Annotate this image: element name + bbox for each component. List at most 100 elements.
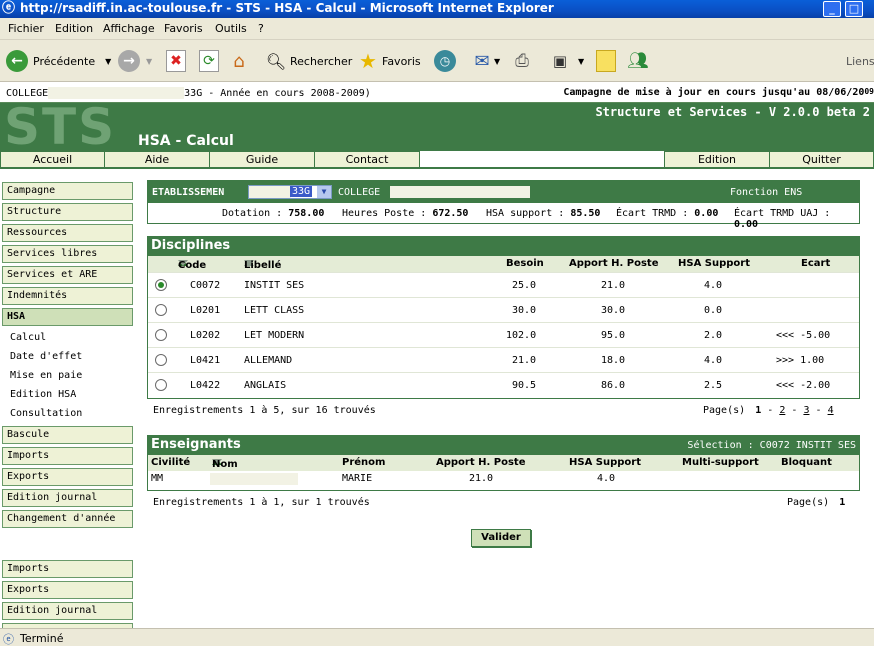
cell-ecart: <<< -2.00 <box>776 380 831 391</box>
refresh-button[interactable]: ⟳ <box>199 47 219 75</box>
menu-favoris[interactable]: Favoris <box>164 22 203 35</box>
menu-affichage[interactable]: Affichage <box>103 22 155 35</box>
app-version: Structure et Services - V 2.0.0 beta 2 <box>595 105 870 119</box>
table-row[interactable]: L0201 LETT CLASS 30.0 30.0 0.0 <box>148 297 859 322</box>
pages-label: Page(s) <box>703 405 746 416</box>
col-nom[interactable]: Nom <box>212 459 238 470</box>
sidebar-item-structure[interactable]: Structure <box>2 203 133 221</box>
sidebar-item-campagne[interactable]: Campagne <box>2 182 133 200</box>
page-2-link[interactable]: 2 <box>779 405 785 416</box>
valider-button[interactable]: Valider <box>471 529 531 547</box>
radio-icon[interactable] <box>155 354 167 366</box>
cell-libelle: INSTIT SES <box>244 280 305 291</box>
links-label[interactable]: Liens <box>846 47 874 75</box>
radio-icon[interactable] <box>155 379 167 391</box>
hsa-support-label: HSA support : <box>486 208 565 219</box>
col-code[interactable]: Code <box>178 260 206 271</box>
sidebar-item-changement-annee[interactable]: Changement d'année <box>2 510 133 528</box>
cell-besoin: 30.0 <box>512 305 537 316</box>
page-content: COLLEGE 33G - Année en cours 2008-2009) C… <box>0 83 874 628</box>
sidebar-item-edition-journal[interactable]: Edition journal <box>2 489 133 507</box>
table-row[interactable]: MM MARIE 21.0 4.0 <box>148 471 859 487</box>
disciplines-pagination: Page(s) 1 - 2 - 3 - 4 <box>703 405 834 416</box>
table-row[interactable]: C0072 INSTIT SES 25.0 21.0 4.0 <box>148 272 859 297</box>
radio-icon[interactable] <box>155 279 167 291</box>
sidebar-item-exports[interactable]: Exports <box>2 468 133 486</box>
col-civilite: Civilité <box>151 457 191 468</box>
sidebar-item-indemnites[interactable]: Indemnités <box>2 287 133 305</box>
menu-help[interactable]: ? <box>258 22 264 35</box>
ecart-trmd-uaj-value: 0.00 <box>734 219 759 230</box>
col-libelle[interactable]: Libellé <box>244 260 281 271</box>
menu-fichier[interactable]: Fichier <box>8 22 44 35</box>
sidebar-sub-calcul[interactable]: Calcul <box>10 332 46 343</box>
nav-aide[interactable]: Aide <box>104 151 210 168</box>
disciplines-panel: Disciplines Code Libellé Besoin Apport H… <box>147 236 860 399</box>
search-button[interactable]: 🔍︎ Rechercher <box>266 47 352 75</box>
nav-accueil[interactable]: Accueil <box>0 151 105 168</box>
favorites-button[interactable]: ★ Favoris <box>358 47 421 75</box>
sidebar-item-services-libres[interactable]: Services libres <box>2 245 133 263</box>
sidebar-sub-mise-en-paie[interactable]: Mise en paie <box>10 370 82 381</box>
sidebar-item-imports-2[interactable]: Imports <box>2 560 133 578</box>
nav-guide[interactable]: Guide <box>209 151 315 168</box>
col-prenom: Prénom <box>342 457 386 468</box>
nav-quitter[interactable]: Quitter <box>769 151 874 168</box>
sidebar-item-exports-2[interactable]: Exports <box>2 581 133 599</box>
stop-button[interactable]: ✖ <box>166 47 186 75</box>
print-button[interactable]: ⎙ <box>512 47 532 75</box>
col-apport-poste: Apport H. Poste <box>436 457 526 468</box>
page-separator: - <box>767 405 774 416</box>
page-3-link[interactable]: 3 <box>803 405 809 416</box>
nav-contact[interactable]: Contact <box>314 151 420 168</box>
sidebar-item-bascule[interactable]: Bascule <box>2 426 133 444</box>
note-button[interactable] <box>596 47 616 75</box>
chevron-down-icon[interactable]: ▼ <box>494 57 500 66</box>
sidebar-item-edition-journal-2[interactable]: Edition journal <box>2 602 133 620</box>
sidebar-sub-date-effet[interactable]: Date d'effet <box>10 351 82 362</box>
sidebar-item-imports[interactable]: Imports <box>2 447 133 465</box>
sidebar-sub-edition-hsa[interactable]: Edition HSA <box>10 389 76 400</box>
cell-libelle: LETT CLASS <box>244 305 305 316</box>
college-suffix: 33G - Année en cours 2008-2009) <box>184 88 371 99</box>
edit-button[interactable]: ▣ ▼ <box>550 47 584 75</box>
print-icon: ⎙ <box>515 51 529 71</box>
minimize-button[interactable]: _ <box>823 1 841 17</box>
chevron-down-icon[interactable]: ▼ <box>105 57 111 66</box>
radio-icon[interactable] <box>155 329 167 341</box>
menu-edition[interactable]: Edition <box>55 22 93 35</box>
cell-code: L0421 <box>190 355 221 366</box>
mail-button[interactable]: ✉ ▼ <box>472 47 500 75</box>
sidebar-item-services-are[interactable]: Services et ARE <box>2 266 133 284</box>
nav-edition[interactable]: Edition <box>664 151 770 168</box>
etablissement-select[interactable]: 33G ▼ <box>248 185 332 199</box>
college-label: COLLEGE <box>338 187 381 198</box>
sidebar-sub-consultation[interactable]: Consultation <box>10 408 82 419</box>
page-4-link[interactable]: 4 <box>828 405 834 416</box>
sidebar-item-hsa[interactable]: HSA <box>2 308 133 326</box>
mail-icon: ✉ <box>474 50 490 72</box>
sidebar-item-ressources[interactable]: Ressources <box>2 224 133 242</box>
menu-outils[interactable]: Outils <box>215 22 247 35</box>
table-row[interactable]: L0422 ANGLAIS 90.5 86.0 2.5 <<< -2.00 <box>148 372 859 397</box>
page-1: 1 <box>755 405 762 416</box>
select-arrow-icon[interactable]: ▼ <box>317 186 331 198</box>
window-title: http://rsadiff.in.ac-toulouse.fr - STS -… <box>20 1 554 15</box>
cell-besoin: 90.5 <box>512 380 537 391</box>
cell-civilite: MM <box>151 473 164 484</box>
cell-prenom: MARIE <box>342 473 373 484</box>
table-row[interactable]: L0202 LET MODERN 102.0 95.0 2.0 <<< -5.0… <box>148 322 859 347</box>
note-icon <box>596 50 616 72</box>
forward-button[interactable]: → ▼ <box>118 47 152 75</box>
nav-bar: Accueil Aide Guide Contact Edition Quitt… <box>0 151 874 169</box>
history-button[interactable]: ◷ <box>434 47 456 75</box>
selection-label: Sélection : C0072 INSTIT SES <box>687 440 856 451</box>
table-row[interactable]: L0421 ALLEMAND 21.0 18.0 4.0 >>> 1.00 <box>148 347 859 372</box>
maximize-button[interactable]: □ <box>845 1 863 17</box>
cell-hsa: 2.0 <box>704 330 723 341</box>
messenger-button[interactable]: 👥︎ <box>627 47 649 75</box>
back-button[interactable]: ← Précédente ▼ <box>6 47 111 75</box>
chevron-down-icon[interactable]: ▼ <box>578 57 584 66</box>
home-button[interactable]: ⌂ <box>229 47 249 75</box>
radio-icon[interactable] <box>155 304 167 316</box>
